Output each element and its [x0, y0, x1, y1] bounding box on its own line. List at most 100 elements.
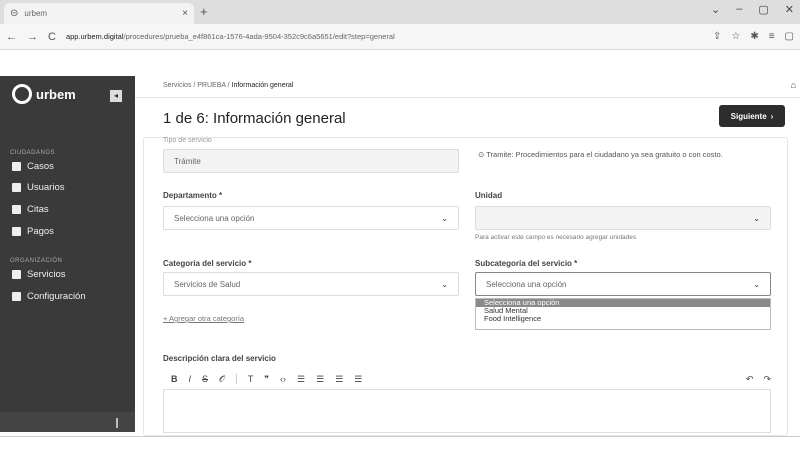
url-field[interactable]: app.urbem.digital/procedures/prueba_e4f8…	[66, 32, 703, 41]
new-tab-button[interactable]: +	[200, 4, 208, 19]
app-logo[interactable]: urbem	[12, 84, 76, 104]
quote-icon[interactable]: ❞	[264, 374, 269, 385]
reload-icon[interactable]: C	[48, 31, 56, 43]
section-organizacion: ORGANIZACIÓN	[10, 258, 63, 264]
tipo-field: Trámite	[163, 149, 459, 173]
sidebar-item-label: Configuración	[27, 291, 86, 302]
extensions-icon[interactable]: ✱	[750, 31, 758, 42]
sidebar-item-servicios[interactable]: Servicios	[12, 269, 66, 280]
sidebar-item-label: Usuarios	[27, 182, 65, 193]
sidebar-item-citas[interactable]: Citas	[12, 204, 49, 215]
breadcrumb-servicios[interactable]: Servicios	[163, 82, 191, 89]
bold-icon[interactable]: B	[171, 374, 178, 384]
dropdown-option[interactable]: Food Intelligence	[476, 315, 770, 323]
payments-icon	[12, 227, 21, 236]
tab-search-icon[interactable]: ⌄	[711, 3, 720, 16]
unidad-hint: Para activar este campo es necesario agr…	[475, 234, 637, 241]
departamento-value: Selecciona una opción	[174, 213, 255, 223]
maximize-icon[interactable]: ▢	[758, 3, 768, 16]
services-icon	[12, 270, 21, 279]
description-editor[interactable]	[163, 389, 771, 433]
section-ciudadanos: CIUDADANOS	[10, 150, 56, 156]
forward-icon[interactable]: →	[27, 31, 38, 43]
toolbar-divider	[235, 374, 237, 384]
next-button-label: Siguiente	[730, 111, 767, 121]
address-bar: ← → C app.urbem.digital/procedures/prueb…	[0, 24, 800, 50]
italic-icon[interactable]: I	[189, 374, 192, 384]
categoria-value: Servicios de Salud	[174, 279, 241, 289]
browser-icons: ⇪ ☆ ✱ ≡ ▢	[713, 31, 794, 42]
outdent-icon[interactable]: ☰	[335, 374, 343, 385]
collapse-sidebar-icon[interactable]: ◂	[110, 90, 122, 102]
chevron-down-icon: ⌄	[441, 279, 448, 289]
history-controls: ↶ ↷	[746, 374, 771, 385]
numbered-list-icon[interactable]: ☰	[316, 374, 324, 385]
unidad-select[interactable]: ⌄	[475, 206, 771, 230]
chevron-down-icon: ⌄	[753, 213, 760, 223]
browser-tab[interactable]: ⊝ urbem ×	[4, 3, 194, 24]
urbem-favicon-icon: ⊝	[10, 8, 19, 19]
top-strip: Servicios / PRUEBA / Información general…	[135, 76, 800, 98]
categoria-select[interactable]: Servicios de Salud ⌄	[163, 272, 459, 296]
info-icon: ⊙	[478, 150, 485, 159]
share-icon[interactable]: ⇪	[713, 31, 721, 42]
sidebar-item-casos[interactable]: Casos	[12, 161, 54, 172]
sidebar-footer	[0, 412, 135, 432]
close-tab-icon[interactable]: ×	[182, 8, 188, 19]
sidebar-item-configuracion[interactable]: Configuración	[12, 291, 86, 302]
notification-icon[interactable]: ⌂	[791, 80, 796, 90]
breadcrumb: Servicios / PRUEBA / Información general	[163, 82, 294, 89]
undo-icon[interactable]: ↶	[746, 374, 754, 385]
bottom-bar	[0, 436, 800, 460]
tab-title: urbem	[24, 9, 48, 18]
chevron-right-icon: ›	[770, 111, 774, 121]
page-title: 1 de 6: Información general	[163, 110, 346, 127]
sidebar-item-pagos[interactable]: Pagos	[12, 226, 54, 237]
browser-tabbar: ⊝ urbem × + ⌄ – ▢ ✕	[0, 0, 800, 24]
chevron-down-icon: ⌄	[753, 279, 760, 289]
logo-text: urbem	[36, 86, 76, 102]
tipo-info: ⊙ Tramite: Procedimientos para el ciudad…	[478, 149, 778, 161]
window-controls: ⌄ – ▢ ✕	[711, 3, 794, 16]
subcategoria-value: Selecciona una opción	[486, 279, 567, 289]
heading-icon[interactable]: T	[248, 374, 254, 384]
calendar-icon	[12, 205, 21, 214]
editor-toolbar: B I S 𝒪 T ❞ ‹› ☰ ☰ ☰ ☰ ↶ ↷	[163, 371, 771, 387]
tipo-info-text: Tramite: Procedimientos para el ciudadan…	[486, 150, 723, 159]
link-icon[interactable]: 𝒪	[219, 374, 225, 385]
departamento-select[interactable]: Selecciona una opción ⌄	[163, 206, 459, 230]
resize-handle[interactable]	[116, 418, 118, 428]
sidebar-item-usuarios[interactable]: Usuarios	[12, 182, 65, 193]
url-path: /procedures/prueba_e4f861ca-1576-4ada-95…	[123, 32, 395, 41]
subcategoria-dropdown: Selecciona una opción Salud Mental Food …	[475, 298, 771, 330]
strikethrough-icon[interactable]: S	[202, 374, 208, 384]
tipo-label: Tipo de servicio	[163, 137, 212, 144]
close-window-icon[interactable]: ✕	[785, 3, 794, 16]
reading-list-icon[interactable]: ≡	[769, 31, 775, 42]
categoria-label: Categoría del servicio *	[163, 259, 252, 268]
agregar-categoria-link[interactable]: + Agregar otra categoría	[163, 314, 244, 323]
unidad-label: Unidad	[475, 191, 503, 200]
departamento-label: Departamento *	[163, 191, 223, 200]
bookmark-star-icon[interactable]: ☆	[731, 31, 740, 42]
briefcase-icon	[12, 162, 21, 171]
tipo-value: Trámite	[174, 156, 201, 166]
sidebar-item-label: Citas	[27, 204, 49, 215]
redo-icon[interactable]: ↷	[763, 374, 771, 385]
breadcrumb-current: Información general	[231, 82, 294, 89]
indent-icon[interactable]: ☰	[354, 374, 362, 385]
gear-icon	[12, 292, 21, 301]
sidepanel-icon[interactable]: ▢	[785, 31, 794, 42]
minimize-icon[interactable]: –	[736, 3, 742, 16]
code-icon[interactable]: ‹›	[280, 374, 286, 384]
sidebar: urbem ◂ CIUDADANOS Casos Usuarios Citas …	[0, 76, 135, 432]
descripcion-label: Descripción clara del servicio	[163, 354, 276, 363]
chevron-down-icon: ⌄	[441, 213, 448, 223]
sidebar-item-label: Pagos	[27, 226, 54, 237]
bullet-list-icon[interactable]: ☰	[297, 374, 305, 385]
back-icon[interactable]: ←	[6, 31, 17, 43]
subcategoria-select[interactable]: Selecciona una opción ⌄	[475, 272, 771, 296]
breadcrumb-prueba[interactable]: PRUEBA	[197, 82, 225, 89]
next-button[interactable]: Siguiente ›	[719, 105, 785, 127]
urbem-logo-icon	[12, 84, 32, 104]
